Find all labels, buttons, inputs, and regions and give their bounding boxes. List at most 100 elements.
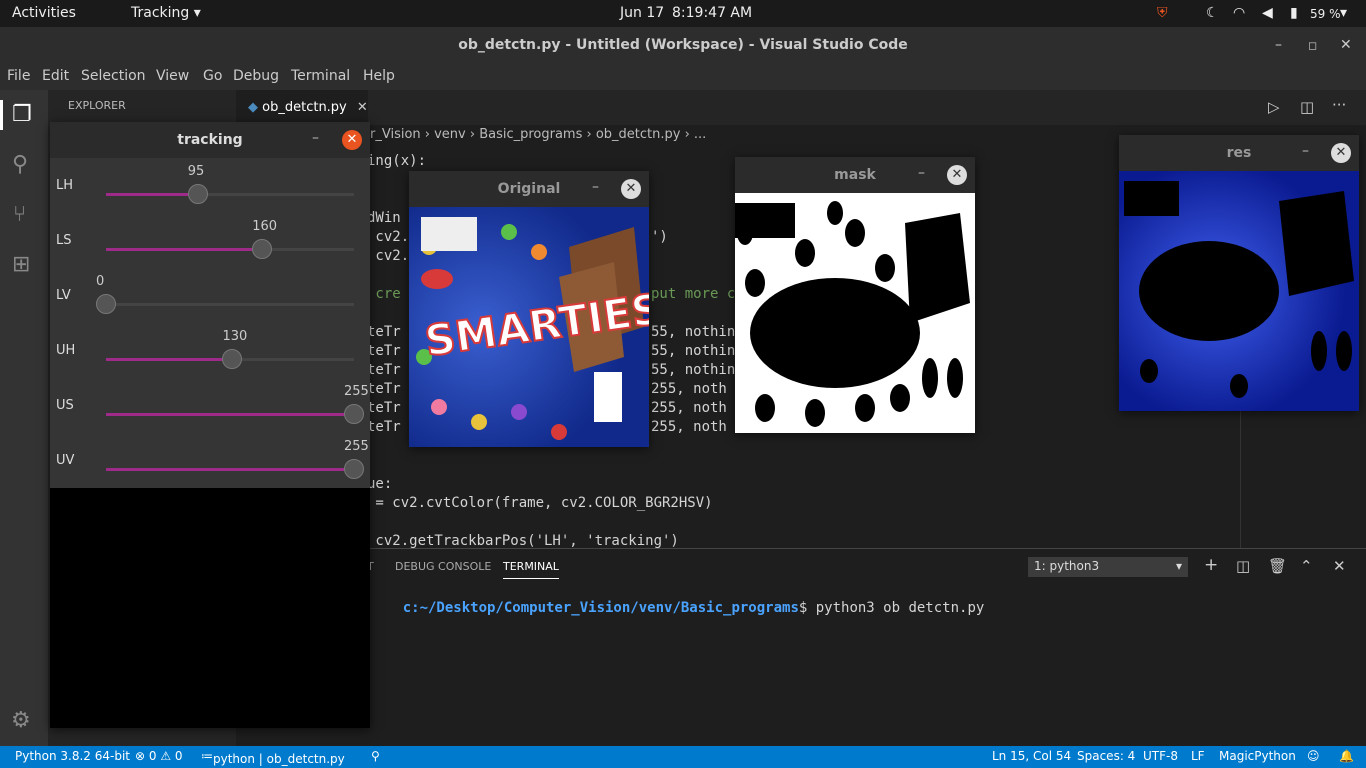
trackbar-us[interactable]: US 255 xyxy=(50,384,370,434)
clock-date[interactable]: Jun 17 xyxy=(620,5,664,21)
split-editor-icon[interactable]: ◫ xyxy=(1300,98,1314,116)
close-icon[interactable]: ✕ xyxy=(621,179,641,199)
smiley-icon[interactable]: ☺ xyxy=(1307,749,1320,763)
status-language[interactable]: MagicPython xyxy=(1219,749,1296,763)
status-position[interactable]: Ln 15, Col 54 xyxy=(992,749,1071,763)
run-icon[interactable]: ▷ xyxy=(1268,98,1280,116)
trackbar-label: LV xyxy=(56,288,71,303)
split-terminal-icon[interactable]: ◫ xyxy=(1236,557,1250,575)
app-menu[interactable]: Tracking ▾ xyxy=(131,5,201,21)
menu-view[interactable]: View xyxy=(156,68,189,84)
shield-icon[interactable]: ⛨ xyxy=(1157,5,1168,21)
code-line[interactable]: teTr xyxy=(367,324,401,340)
trackbar-track[interactable] xyxy=(106,248,354,251)
status-file[interactable]: ≔ python | ob_detctn.py xyxy=(201,749,345,766)
bell-icon[interactable]: 🔔 xyxy=(1339,749,1354,763)
minimize-icon[interactable]: – xyxy=(312,130,319,146)
status-spaces[interactable]: Spaces: 4 xyxy=(1077,749,1135,763)
trackbar-track[interactable] xyxy=(106,193,354,196)
code-line[interactable]: = cv2.cvtColor(frame, cv2.COLOR_BGR2HSV) xyxy=(367,495,712,511)
trackbar-lh[interactable]: LH 95 xyxy=(50,164,370,214)
extensions-icon[interactable]: ⊞ xyxy=(12,252,30,277)
clock-time[interactable]: 8:19:47 AM xyxy=(672,5,752,21)
status-encoding[interactable]: UTF-8 xyxy=(1143,749,1178,763)
trackbar-track[interactable] xyxy=(106,468,354,471)
close-icon[interactable]: ✕ xyxy=(1331,143,1351,163)
maximize-icon[interactable]: ◻ xyxy=(1308,27,1317,64)
menu-debug[interactable]: Debug xyxy=(233,68,279,84)
code-line[interactable]: teTr xyxy=(367,419,401,435)
editor-tabs: ▷ ◫ ··· xyxy=(236,90,1366,125)
trackbar-fill xyxy=(106,413,354,416)
close-panel-icon[interactable]: ✕ xyxy=(1333,557,1346,575)
trackbar-track[interactable] xyxy=(106,303,354,306)
tab-debug-console[interactable]: DEBUG CONSOLE xyxy=(395,560,491,573)
code-line[interactable]: teTr xyxy=(367,343,401,359)
code-line[interactable]: ing(x): xyxy=(367,153,426,169)
trackbar-value: 160 xyxy=(252,219,278,234)
moon-icon[interactable]: ☾ xyxy=(1206,5,1219,21)
add-terminal-icon[interactable]: + xyxy=(1204,555,1218,575)
activity-bar: ❐ ⚲ ⑂ ⊞ ⚙ xyxy=(0,90,48,746)
minimize-icon[interactable]: – xyxy=(1275,27,1282,64)
minimize-icon[interactable]: – xyxy=(592,179,599,195)
window-title-bar: ob_detctn.py - Untitled (Workspace) - Vi… xyxy=(0,27,1366,64)
trackbar-uh[interactable]: UH 130 xyxy=(50,329,370,379)
pin-icon[interactable]: ⚲ xyxy=(371,749,380,763)
close-icon[interactable]: ✕ xyxy=(1340,27,1352,64)
terminal-path: c:~/Desktop/Computer_Vision/venv/Basic_p… xyxy=(402,600,799,616)
trackbar-knob[interactable] xyxy=(187,184,208,204)
explorer-label: EXPLORER xyxy=(68,99,126,112)
code-line[interactable]: cv2.getTrackbarPos('LH', 'tracking') xyxy=(367,533,678,549)
activities-button[interactable]: Activities xyxy=(12,5,76,21)
maximize-panel-icon[interactable]: ⌃ xyxy=(1300,557,1313,575)
minimize-icon[interactable]: – xyxy=(918,165,925,181)
status-problems[interactable]: ⊗ 0 ⚠ 0 xyxy=(135,749,183,763)
trackbar-lv[interactable]: LV 0 xyxy=(50,274,370,324)
code-line[interactable]: cv2. xyxy=(367,229,409,245)
gear-icon[interactable]: ⚙ xyxy=(11,708,31,733)
tab-terminal[interactable]: TERMINAL xyxy=(503,560,559,579)
code-line[interactable]: teTr xyxy=(367,400,401,416)
trackbar-knob[interactable] xyxy=(252,239,273,259)
source-control-icon[interactable]: ⑂ xyxy=(13,202,26,227)
trackbar-ls[interactable]: LS 160 xyxy=(50,219,370,269)
status-eol[interactable]: LF xyxy=(1191,749,1205,763)
code-line[interactable]: teTr xyxy=(367,381,401,397)
volume-icon[interactable]: ◀ xyxy=(1262,5,1273,21)
menu-terminal[interactable]: Terminal xyxy=(291,68,350,84)
battery-icon[interactable]: ▮ xyxy=(1290,5,1298,21)
trash-icon[interactable]: 🗑 xyxy=(1268,557,1287,575)
trackbar-knob[interactable] xyxy=(344,404,364,424)
tab-ob-detctn[interactable]: ◆ ob_detctn.py ✕ xyxy=(236,90,368,125)
menu-file[interactable]: File xyxy=(7,68,30,84)
trackbar-knob[interactable] xyxy=(344,459,364,479)
more-actions-icon[interactable]: ··· xyxy=(1332,96,1346,114)
code-line[interactable]: ue: xyxy=(367,476,392,492)
terminal-line[interactable]: c:~/Desktop/Computer_Vision/venv/Basic_p… xyxy=(369,584,985,632)
wifi-icon[interactable]: ◠ xyxy=(1233,5,1245,21)
trackbar-knob[interactable] xyxy=(222,349,243,369)
status-python[interactable]: Python 3.8.2 64-bit xyxy=(15,749,130,763)
chevron-down-icon[interactable]: ▾ xyxy=(1340,5,1347,21)
menu-help[interactable]: Help xyxy=(363,68,395,84)
breadcrumb[interactable]: r_Vision › venv › Basic_programs › ob_de… xyxy=(370,127,706,142)
menu-selection[interactable]: Selection xyxy=(81,68,146,84)
code-line[interactable]: cv2. xyxy=(367,248,409,264)
terminal-select[interactable]: 1: python3 ▾ xyxy=(1028,557,1188,577)
code-line[interactable]: teTr xyxy=(367,362,401,378)
close-icon[interactable]: ✕ xyxy=(342,130,362,150)
search-icon[interactable]: ⚲ xyxy=(12,152,28,177)
close-icon[interactable]: ✕ xyxy=(947,165,967,185)
trackbar-knob[interactable] xyxy=(96,294,116,314)
trackbar-track[interactable] xyxy=(106,413,354,416)
code-line[interactable]: dWin xyxy=(367,210,401,226)
code-line[interactable]: cre xyxy=(367,286,400,302)
menu-go[interactable]: Go xyxy=(203,68,222,84)
close-tab-icon[interactable]: ✕ xyxy=(357,100,368,115)
menu-edit[interactable]: Edit xyxy=(42,68,69,84)
files-icon[interactable]: ❐ xyxy=(12,102,32,127)
trackbar-uv[interactable]: UV 255 xyxy=(50,439,370,489)
trackbar-label: UH xyxy=(56,343,76,358)
minimize-icon[interactable]: – xyxy=(1302,143,1309,159)
